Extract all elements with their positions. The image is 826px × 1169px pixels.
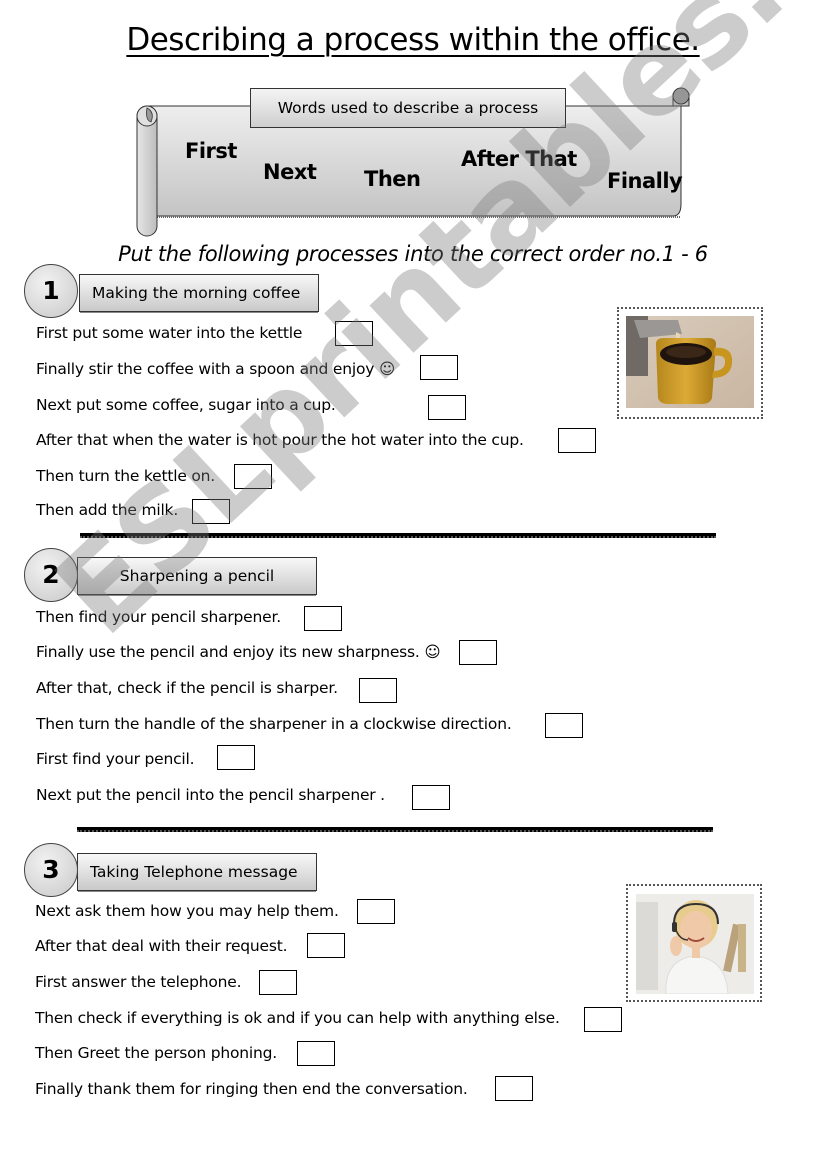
step-text: Then turn the kettle on. — [36, 467, 216, 485]
step-text: Next put the pencil into the pencil shar… — [36, 786, 385, 804]
coffee-photo-frame — [617, 307, 763, 419]
order-answer-box[interactable] — [259, 970, 297, 995]
step-text: Then turn the handle of the sharpener in… — [36, 715, 512, 733]
step-text: After that deal with their request. — [35, 937, 288, 955]
order-answer-box[interactable] — [420, 355, 458, 380]
step-text: Then find your pencil sharpener. — [36, 608, 281, 626]
word-banner-header: Words used to describe a process — [250, 88, 566, 128]
order-answer-box[interactable] — [545, 713, 583, 738]
sequence-word-next: Next — [263, 160, 317, 184]
order-answer-box[interactable] — [297, 1041, 335, 1066]
order-answer-box[interactable] — [412, 785, 450, 810]
step-text: First put some water into the kettle — [36, 324, 303, 342]
step-text: After that when the water is hot pour th… — [36, 431, 524, 449]
order-answer-box[interactable] — [192, 499, 230, 524]
order-answer-box[interactable] — [357, 899, 395, 924]
step-text: Then check if everything is ok and if yo… — [35, 1009, 560, 1027]
step-text: After that, check if the pencil is sharp… — [36, 679, 338, 697]
order-answer-box[interactable] — [495, 1076, 533, 1101]
order-answer-box[interactable] — [217, 745, 255, 770]
step-text: Finally stir the coffee with a spoon and… — [36, 360, 395, 378]
step-text: Finally use the pencil and enjoy its new… — [36, 643, 441, 661]
instruction-text: Put the following processes into the cor… — [118, 242, 708, 266]
sequence-word-finally: Finally — [607, 169, 683, 193]
call-center-woman-photo — [636, 894, 754, 994]
sequence-word-after-that: After That — [461, 147, 577, 171]
order-answer-box[interactable] — [304, 606, 342, 631]
sequence-word-first: First — [185, 139, 237, 163]
step-text: Next ask them how you may help them. — [35, 902, 339, 920]
order-answer-box[interactable] — [234, 464, 272, 489]
section-number-badge: 3 — [24, 843, 78, 897]
section-divider — [80, 533, 716, 538]
step-text: First find your pencil. — [36, 750, 195, 768]
order-answer-box[interactable] — [359, 678, 397, 703]
section-divider — [77, 827, 713, 832]
order-answer-box[interactable] — [584, 1007, 622, 1032]
order-answer-box[interactable] — [459, 640, 497, 665]
telephone-photo-frame — [626, 884, 762, 1002]
section-number-badge: 1 — [24, 264, 78, 318]
step-text: Next put some coffee, sugar into a cup. — [36, 396, 336, 414]
page-title: Describing a process within the office. — [126, 22, 700, 58]
section-number-badge: 2 — [24, 548, 78, 602]
coffee-pouring-photo — [626, 316, 754, 408]
sequence-word-then: Then — [364, 167, 421, 191]
order-answer-box[interactable] — [428, 395, 466, 420]
section-title: Taking Telephone message — [77, 853, 317, 891]
section-title: Making the morning coffee — [79, 274, 319, 312]
step-text: Finally thank them for ringing then end … — [35, 1080, 468, 1098]
step-text: First answer the telephone. — [35, 973, 242, 991]
order-answer-box[interactable] — [558, 428, 596, 453]
order-answer-box[interactable] — [307, 933, 345, 958]
section-title: Sharpening a pencil — [77, 557, 317, 595]
step-text: Then add the milk. — [36, 501, 179, 519]
order-answer-box[interactable] — [335, 321, 373, 346]
step-text: Then Greet the person phoning. — [35, 1044, 277, 1062]
